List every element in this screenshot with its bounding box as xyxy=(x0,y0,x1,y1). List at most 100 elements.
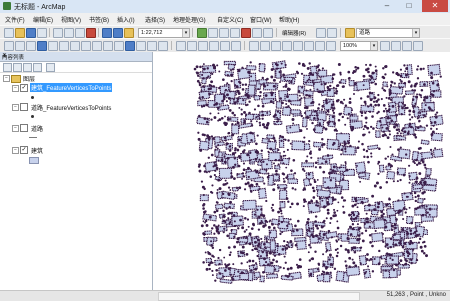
search-window-icon[interactable] xyxy=(230,28,240,38)
menu-edit[interactable]: 编辑(E) xyxy=(33,15,53,24)
new-icon[interactable] xyxy=(4,28,14,38)
zoom-in-icon[interactable] xyxy=(4,41,14,51)
folder-icon xyxy=(11,75,21,83)
close-icon[interactable]: ✕ xyxy=(2,52,150,59)
maximize-button[interactable]: □ xyxy=(400,0,418,12)
georef-icon[interactable] xyxy=(220,41,230,51)
layer-visibility-checkbox[interactable]: ✓ xyxy=(20,146,28,154)
title-bar: 无标题 - ArcMap – □ ✕ xyxy=(0,0,450,14)
back-icon[interactable] xyxy=(70,41,80,51)
draw-text-icon[interactable] xyxy=(176,41,186,51)
editor-menu[interactable]: 编辑器(R) xyxy=(282,29,306,37)
close-button[interactable]: ✕ xyxy=(422,0,448,12)
layer-visibility-checkbox[interactable]: ✓ xyxy=(20,84,28,92)
menu-customize[interactable]: 自定义(C) xyxy=(217,15,243,24)
tools-toolbar: 100% ▾ xyxy=(0,38,450,53)
status-bar: 51,263 , Point , Unkno xyxy=(0,290,450,301)
menu-selection[interactable]: 选择(S) xyxy=(145,15,165,24)
layout-icon[interactable] xyxy=(209,41,219,51)
select-features-icon[interactable] xyxy=(92,41,102,51)
menu-windows[interactable]: 窗口(W) xyxy=(250,15,272,24)
collapse-icon[interactable]: − xyxy=(12,104,19,111)
cut-icon[interactable] xyxy=(53,28,63,38)
minimize-button[interactable]: – xyxy=(378,0,396,12)
menu-help[interactable]: 帮助(H) xyxy=(279,15,299,24)
find-icon[interactable] xyxy=(136,41,146,51)
delete-icon[interactable] xyxy=(86,28,96,38)
chevron-down-icon: ▾ xyxy=(412,29,419,37)
toc-window-icon[interactable] xyxy=(208,28,218,38)
fixed-zoom-in-icon[interactable] xyxy=(48,41,58,51)
full-extent-icon[interactable] xyxy=(37,41,47,51)
zoom-out-icon[interactable] xyxy=(15,41,25,51)
toc-toolbar xyxy=(0,62,152,73)
select-elements-icon[interactable] xyxy=(114,41,124,51)
identify-icon[interactable] xyxy=(125,41,135,51)
copy-icon[interactable] xyxy=(64,28,74,38)
layout-full-icon[interactable] xyxy=(282,41,292,51)
layout-forward-icon[interactable] xyxy=(315,41,325,51)
toggle-draft-icon[interactable] xyxy=(380,41,390,51)
toc-layer-label: 建筑 xyxy=(31,149,44,155)
map-canvas[interactable] xyxy=(153,52,450,290)
collapse-icon[interactable]: − xyxy=(3,75,10,82)
list-by-source-icon[interactable] xyxy=(13,63,22,72)
menu-file[interactable]: 文件(F) xyxy=(5,15,25,24)
draw-shape-icon[interactable] xyxy=(187,41,197,51)
undo-icon[interactable] xyxy=(102,28,112,38)
collapse-icon[interactable]: − xyxy=(12,85,19,92)
map-display[interactable] xyxy=(153,52,450,290)
arctoolbox-icon[interactable] xyxy=(241,28,251,38)
layout-fixed-zoom-icon[interactable] xyxy=(293,41,303,51)
layout-zoom-in-icon[interactable] xyxy=(249,41,259,51)
menu-view[interactable]: 视图(V) xyxy=(61,15,81,24)
change-layout-icon[interactable] xyxy=(402,41,412,51)
map-scale-combo[interactable]: 1:22,712 ▾ xyxy=(138,28,190,38)
redo-icon[interactable] xyxy=(113,28,123,38)
fixed-zoom-out-icon[interactable] xyxy=(59,41,69,51)
editor-toolbar-icon[interactable] xyxy=(197,28,207,38)
layout-100-icon[interactable] xyxy=(326,41,336,51)
data-driven-pages-icon[interactable] xyxy=(413,41,423,51)
menu-insert[interactable]: 插入(I) xyxy=(117,15,135,24)
list-by-visibility-icon[interactable] xyxy=(23,63,32,72)
options-icon[interactable] xyxy=(46,63,55,72)
menu-bar: 文件(F) 编辑(E) 视图(V) 书签(B) 插入(I) 选择(S) 地理处理… xyxy=(0,13,450,25)
line-tool-icon[interactable] xyxy=(198,41,208,51)
layout-back-icon[interactable] xyxy=(304,41,314,51)
catalog-window-icon[interactable] xyxy=(219,28,229,38)
add-data-icon[interactable] xyxy=(124,28,134,38)
layout-zoom-out-icon[interactable] xyxy=(260,41,270,51)
collapse-icon[interactable]: − xyxy=(12,125,19,132)
list-by-selection-icon[interactable] xyxy=(33,63,42,72)
polygon-symbol-icon xyxy=(29,157,39,164)
clear-selection-icon[interactable] xyxy=(103,41,113,51)
edit-annotation-icon[interactable] xyxy=(327,28,337,38)
python-window-icon[interactable] xyxy=(252,28,262,38)
layout-zoom-combo[interactable]: 100% ▾ xyxy=(340,41,378,51)
line-symbol-icon xyxy=(29,137,37,138)
chevron-down-icon: ▾ xyxy=(370,42,377,50)
focus-frame-icon[interactable] xyxy=(391,41,401,51)
menu-bookmarks[interactable]: 书签(B) xyxy=(89,15,109,24)
layer-visibility-checkbox[interactable] xyxy=(20,124,28,132)
layout-pan-icon[interactable] xyxy=(271,41,281,51)
paste-icon[interactable] xyxy=(75,28,85,38)
open-icon[interactable] xyxy=(15,28,25,38)
menu-geoprocessing[interactable]: 地理处理(G) xyxy=(173,15,206,24)
layer-visibility-checkbox[interactable] xyxy=(20,103,28,111)
pan-icon[interactable] xyxy=(26,41,36,51)
layer-select-combo[interactable]: 道路 ▾ xyxy=(356,28,420,38)
forward-icon[interactable] xyxy=(81,41,91,51)
window-title: 无标题 - ArcMap xyxy=(14,4,66,11)
coordinate-readout: 51,263 , Point , Unkno xyxy=(386,292,446,298)
model-builder-icon[interactable] xyxy=(263,28,273,38)
measure-icon[interactable] xyxy=(147,41,157,51)
list-by-drawing-order-icon[interactable] xyxy=(3,63,12,72)
collapse-icon[interactable]: − xyxy=(12,147,19,154)
edit-tool-icon[interactable] xyxy=(316,28,326,38)
save-icon[interactable] xyxy=(26,28,36,38)
print-icon[interactable] xyxy=(37,28,47,38)
html-popup-icon[interactable] xyxy=(158,41,168,51)
sketch-icon[interactable] xyxy=(231,41,241,51)
